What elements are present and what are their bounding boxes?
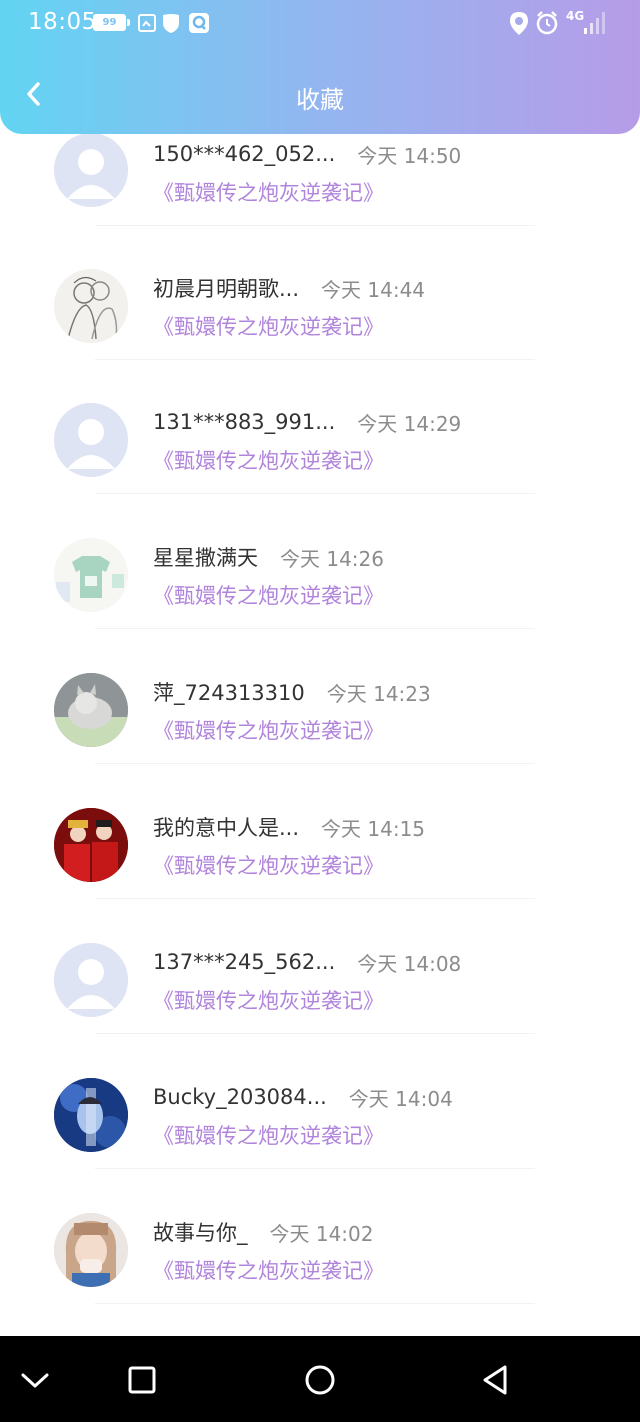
divider — [95, 898, 535, 899]
list-item[interactable]: 150***462_052... 今天 14:50 《甄嬛传之炮灰逆袭记》 — [0, 133, 640, 270]
avatar[interactable] — [54, 269, 128, 343]
avatar[interactable] — [54, 403, 128, 477]
timestamp: 今天 14:15 — [321, 816, 426, 841]
avatar[interactable] — [54, 943, 128, 1017]
book-title[interactable]: 《甄嬛传之炮灰逆袭记》 — [153, 985, 384, 1015]
username: 萍_724313310 — [153, 681, 305, 705]
username: 150***462_052... — [153, 142, 336, 166]
username: 星星撒满天 — [153, 546, 258, 570]
shield-icon — [163, 14, 179, 33]
q-app-icon — [189, 13, 209, 33]
timestamp: 今天 14:29 — [357, 411, 462, 436]
username: 137***245_562... — [153, 950, 336, 974]
list-item[interactable]: 131***883_991... 今天 14:29 《甄嬛传之炮灰逆袭记》 — [0, 403, 640, 538]
book-title[interactable]: 《甄嬛传之炮灰逆袭记》 — [153, 715, 384, 745]
username: 初晨月明朝歌... — [153, 277, 300, 301]
divider — [95, 1033, 535, 1034]
username: 131***883_991... — [153, 410, 336, 434]
alarm-icon — [536, 11, 558, 35]
timestamp: 今天 14:26 — [280, 546, 384, 571]
divider — [95, 225, 535, 226]
list-item[interactable]: 星星撒满天 今天 14:26 《甄嬛传之炮灰逆袭记》 — [0, 538, 640, 673]
book-title[interactable]: 《甄嬛传之炮灰逆袭记》 — [153, 177, 384, 207]
book-title[interactable]: 《甄嬛传之炮灰逆袭记》 — [153, 311, 384, 341]
battery-tip — [127, 19, 130, 26]
avatar[interactable] — [54, 1213, 128, 1287]
book-title[interactable]: 《甄嬛传之炮灰逆袭记》 — [153, 1255, 384, 1285]
location-icon — [510, 12, 528, 35]
timestamp: 今天 14:50 — [357, 143, 462, 168]
avatar[interactable] — [54, 538, 128, 612]
book-title[interactable]: 《甄嬛传之炮灰逆袭记》 — [153, 445, 384, 475]
signal-icon — [584, 12, 605, 34]
list-item[interactable]: 故事与你_ 今天 14:02 《甄嬛传之炮灰逆袭记》 — [0, 1213, 640, 1348]
system-nav-bar — [0, 1336, 640, 1422]
username: Bucky_203084... — [153, 1085, 327, 1109]
username: 故事与你_ — [153, 1221, 248, 1245]
home-icon[interactable] — [298, 1358, 342, 1402]
avatar[interactable] — [54, 673, 128, 747]
battery-icon: 99 — [93, 14, 126, 31]
avatar[interactable] — [54, 808, 128, 882]
timestamp: 今天 14:44 — [321, 277, 426, 302]
timestamp: 今天 14:23 — [326, 681, 431, 706]
divider — [95, 493, 535, 494]
divider — [95, 763, 535, 764]
back-triangle-icon[interactable] — [474, 1358, 518, 1402]
recent-apps-icon[interactable] — [120, 1358, 164, 1402]
book-title[interactable]: 《甄嬛传之炮灰逆袭记》 — [153, 580, 384, 610]
book-title[interactable]: 《甄嬛传之炮灰逆袭记》 — [153, 1120, 384, 1150]
divider — [95, 628, 535, 629]
timestamp: 今天 14:08 — [357, 951, 462, 976]
username: 我的意中人是... — [153, 816, 300, 840]
status-time: 18:05 — [28, 9, 97, 35]
timestamp: 今天 14:02 — [269, 1221, 374, 1246]
page-title: 收藏 — [296, 86, 344, 114]
divider — [95, 1168, 535, 1169]
app-header: 18:05 99 4G 收藏 — [0, 0, 640, 134]
list-item[interactable]: 萍_724313310 今天 14:23 《甄嬛传之炮灰逆袭记》 — [0, 673, 640, 808]
divider — [95, 359, 535, 360]
avatar[interactable] — [54, 133, 128, 207]
hide-keyboard-icon[interactable] — [13, 1358, 57, 1402]
list-item[interactable]: Bucky_203084... 今天 14:04 《甄嬛传之炮灰逆袭记》 — [0, 1078, 640, 1213]
list-item[interactable]: 137***245_562... 今天 14:08 《甄嬛传之炮灰逆袭记》 — [0, 943, 640, 1078]
list-item[interactable]: 初晨月明朝歌... 今天 14:44 《甄嬛传之炮灰逆袭记》 — [0, 269, 640, 404]
status-bar: 18:05 99 4G — [0, 0, 640, 48]
avatar[interactable] — [54, 1078, 128, 1152]
timestamp: 今天 14:04 — [348, 1086, 453, 1111]
gallery-icon — [138, 14, 156, 32]
list-item[interactable]: 我的意中人是... 今天 14:15 《甄嬛传之炮灰逆袭记》 — [0, 808, 640, 943]
divider — [95, 1303, 535, 1304]
book-title[interactable]: 《甄嬛传之炮灰逆袭记》 — [153, 850, 384, 880]
